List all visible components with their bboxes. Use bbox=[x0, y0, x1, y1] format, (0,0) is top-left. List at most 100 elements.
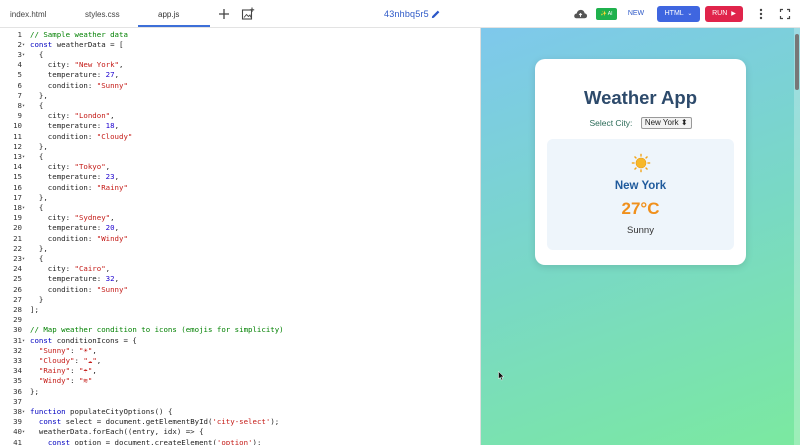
code-token: : bbox=[70, 376, 79, 386]
fold-toggle-icon[interactable]: ▾ bbox=[22, 254, 28, 264]
add-tab-icon[interactable] bbox=[217, 7, 231, 21]
fold-toggle-icon[interactable]: ▾ bbox=[22, 203, 28, 213]
new-button[interactable]: NEW bbox=[624, 6, 648, 22]
fold-toggle-icon[interactable]: ▾ bbox=[22, 101, 28, 111]
edit-pencil-icon[interactable] bbox=[430, 9, 441, 20]
code-text: const select = document.getElementById('… bbox=[30, 417, 279, 427]
code-line[interactable]: 5 temperature: 27, bbox=[0, 70, 481, 80]
code-line[interactable]: 21 condition: "Windy" bbox=[0, 234, 481, 244]
more-options-icon[interactable] bbox=[755, 7, 767, 21]
code-line[interactable]: 34 "Rainy": "☂", bbox=[0, 366, 481, 376]
fold-toggle-icon[interactable]: ▾ bbox=[22, 427, 28, 437]
code-line[interactable]: 37 bbox=[0, 397, 481, 407]
code-line[interactable]: 39 const select = document.getElementByI… bbox=[0, 417, 481, 427]
code-line[interactable]: 28]; bbox=[0, 305, 481, 315]
code-line[interactable]: 6 condition: "Sunny" bbox=[0, 81, 481, 91]
code-token: "☁" bbox=[83, 355, 97, 365]
line-number: 26 bbox=[13, 284, 22, 294]
code-line[interactable]: 8 ▾ { bbox=[0, 101, 481, 111]
code-line[interactable]: 1 // Sample weather data bbox=[0, 30, 481, 40]
run-button-label: RUN bbox=[712, 10, 728, 17]
code-token: temperature: bbox=[30, 70, 106, 80]
code-token: "Windy" bbox=[96, 233, 128, 243]
code-token: city: bbox=[30, 111, 75, 121]
code-text: condition: "Sunny" bbox=[30, 285, 128, 295]
code-line[interactable]: 13 ▾ { bbox=[0, 152, 481, 162]
cloud-upload-icon[interactable] bbox=[573, 7, 588, 21]
code-token: }; bbox=[30, 386, 39, 396]
code-line[interactable]: 35 "Windy": "≋" bbox=[0, 376, 481, 386]
code-token: , bbox=[114, 172, 120, 182]
code-token: 20 bbox=[105, 223, 115, 233]
code-line[interactable]: 10 temperature: 18, bbox=[0, 121, 481, 131]
code-line[interactable]: 12 }, bbox=[0, 142, 481, 152]
code-line[interactable]: 17 }, bbox=[0, 193, 481, 203]
code-line[interactable]: 16 condition: "Rainy" bbox=[0, 183, 481, 193]
code-line[interactable]: 2 ▾ const weatherData = [ bbox=[0, 40, 481, 50]
code-line[interactable]: 33 "Cloudy": "☁", bbox=[0, 356, 481, 366]
line-number: 2 bbox=[17, 39, 22, 49]
code-line[interactable]: 30 // Map weather condition to icons (emo… bbox=[0, 325, 481, 335]
tab-index-html[interactable]: index.html bbox=[10, 0, 46, 28]
code-editor[interactable]: 1// Sample weather data 2 ▾ const weatherDa… bbox=[0, 28, 481, 445]
fullscreen-icon[interactable] bbox=[779, 7, 791, 21]
line-number: 5 bbox=[17, 70, 22, 80]
code-line[interactable]: 41 const option = document.createElement… bbox=[0, 438, 481, 445]
code-line[interactable]: 27 } bbox=[0, 295, 481, 305]
code-token: , bbox=[110, 111, 115, 121]
preview-scrollbar[interactable] bbox=[794, 28, 800, 445]
code-token: "Cairo" bbox=[74, 264, 106, 274]
line-number: 38 bbox=[13, 406, 22, 416]
preview-scrollbar-thumb[interactable] bbox=[795, 34, 799, 90]
code-token: , bbox=[105, 264, 111, 274]
line-number: 13 bbox=[13, 151, 22, 161]
code-token: , bbox=[114, 70, 120, 80]
code-line[interactable]: 40 ▾ weatherData.forEach((entry, idx) => … bbox=[0, 427, 481, 437]
code-line[interactable]: 38 ▾ function populateCityOptions() { bbox=[0, 407, 481, 417]
code-line[interactable]: 4 city: "New York", bbox=[0, 60, 481, 70]
code-line[interactable]: 11 condition: "Cloudy" bbox=[0, 132, 481, 142]
code-line[interactable]: 15 temperature: 23, bbox=[0, 172, 481, 182]
line-number: 17 bbox=[13, 192, 22, 202]
code-token: "Cloudy" bbox=[96, 131, 133, 141]
fold-toggle-icon[interactable]: ▾ bbox=[22, 152, 28, 162]
code-line[interactable]: 32 "Sunny": "☀", bbox=[0, 346, 481, 356]
code-token: city: bbox=[30, 264, 75, 274]
fold-toggle-icon[interactable]: ▾ bbox=[22, 50, 28, 60]
tab-app-js[interactable]: app.js bbox=[158, 0, 179, 28]
code-line[interactable]: 20 temperature: 20, bbox=[0, 223, 481, 233]
code-line[interactable]: 9 city: "London", bbox=[0, 111, 481, 121]
code-line[interactable]: 14 city: "Tokyo", bbox=[0, 162, 481, 172]
code-line[interactable]: 25 temperature: 32, bbox=[0, 274, 481, 284]
city-select[interactable]: New York ⬍ bbox=[640, 117, 692, 129]
html-dropdown-button[interactable]: HTML ⌄ bbox=[657, 6, 700, 22]
code-line[interactable]: 24 city: "Cairo", bbox=[0, 264, 481, 274]
code-line[interactable]: 26 condition: "Sunny" bbox=[0, 285, 481, 295]
code-line[interactable]: 22 }, bbox=[0, 244, 481, 254]
code-token: populateCityOptions() { bbox=[65, 406, 173, 416]
code-token: , bbox=[96, 355, 102, 365]
code-token: const bbox=[47, 437, 71, 445]
line-number: 35 bbox=[13, 376, 22, 386]
code-line[interactable]: 19 city: "Sydney", bbox=[0, 213, 481, 223]
code-line[interactable]: 36}; bbox=[0, 387, 481, 397]
tab-styles-css[interactable]: styles.css bbox=[85, 0, 120, 28]
code-line[interactable]: 23 ▾ { bbox=[0, 254, 481, 264]
fold-toggle-icon[interactable]: ▾ bbox=[22, 336, 28, 346]
fold-toggle-icon[interactable]: ▾ bbox=[22, 40, 28, 50]
code-token: 27 bbox=[105, 70, 115, 80]
code-line[interactable]: 3 ▾ { bbox=[0, 50, 481, 60]
add-image-icon[interactable] bbox=[241, 7, 255, 21]
run-button[interactable]: RUN ▶ bbox=[705, 6, 743, 22]
code-line[interactable]: 31 ▾ const conditionIcons = { bbox=[0, 336, 481, 346]
code-text: const conditionIcons = { bbox=[30, 336, 137, 346]
ai-button[interactable]: ✨ AI bbox=[596, 8, 617, 20]
code-line[interactable]: 7 }, bbox=[0, 91, 481, 101]
code-line[interactable]: 18 ▾ { bbox=[0, 203, 481, 213]
code-text: city: "Cairo", bbox=[30, 264, 110, 274]
code-line[interactable]: 29 bbox=[0, 315, 481, 325]
fold-toggle-icon[interactable]: ▾ bbox=[22, 407, 28, 417]
